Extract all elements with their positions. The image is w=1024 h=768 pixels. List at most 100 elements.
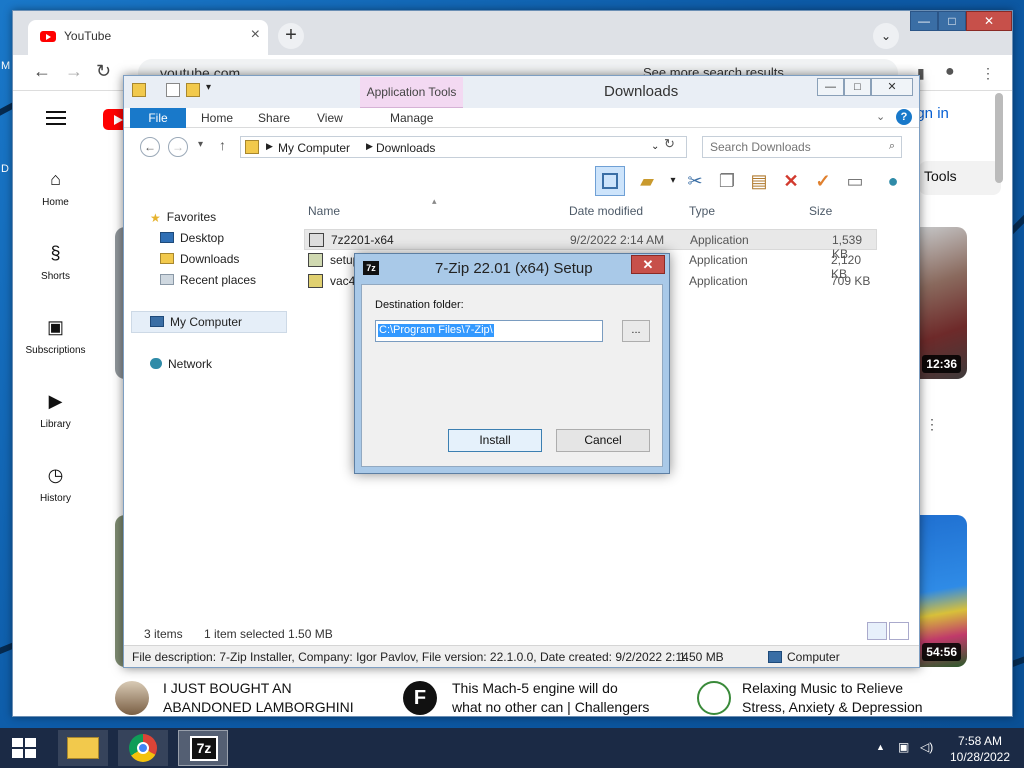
- nav-favorites[interactable]: ★ Favorites: [150, 210, 216, 225]
- back-button[interactable]: ←: [140, 137, 160, 157]
- ribbon-expand-chevron-icon[interactable]: ⌄: [876, 110, 885, 123]
- up-arrow-icon[interactable]: ↑: [219, 137, 226, 153]
- sidebar-item-subscriptions[interactable]: ▣ Subscriptions: [13, 317, 98, 356]
- file-name: 7z2201-x64: [331, 233, 394, 247]
- details-view-icon[interactable]: [867, 622, 887, 640]
- address-dropdown-icon[interactable]: ⌄: [651, 141, 659, 152]
- search-input[interactable]: [703, 137, 878, 157]
- subscriptions-icon: ▣: [46, 317, 64, 337]
- video-title-line: ABANDONED LAMBORGHINI: [163, 699, 354, 715]
- profile-icon[interactable]: ●: [945, 63, 955, 81]
- sidebar-item-history[interactable]: ◷ History: [13, 465, 98, 504]
- forward-arrow-icon[interactable]: →: [65, 61, 83, 82]
- video-more-icon[interactable]: ⋮: [925, 416, 939, 433]
- taskbar-file-explorer[interactable]: [58, 730, 108, 766]
- column-date-modified[interactable]: Date modified: [569, 204, 643, 218]
- preview-pane-icon[interactable]: [595, 166, 625, 196]
- chrome-menu-icon[interactable]: ⋮: [981, 65, 995, 82]
- tray-expand-icon[interactable]: ▲: [876, 742, 885, 752]
- dialog-title: 7-Zip 22.01 (x64) Setup: [435, 260, 593, 277]
- chrome-tab-strip: YouTube × + ⌄ — □ ✕: [13, 11, 1012, 55]
- sidebar-item-label: Subscriptions: [25, 345, 86, 356]
- large-icons-view-icon[interactable]: [889, 622, 909, 640]
- copy-icon[interactable]: ❐: [714, 168, 740, 194]
- video-title[interactable]: Relaxing Music to Relieve Stress, Anxiet…: [742, 679, 962, 717]
- chrome-maximize-button[interactable]: □: [938, 11, 966, 31]
- taskbar: 7z ▲ ▣ ◁) 7:58 AM 10/28/2022: [0, 728, 1024, 768]
- quick-access-dropdown-icon[interactable]: ▾: [206, 82, 211, 93]
- breadcrumb-my-computer[interactable]: My Computer: [278, 141, 350, 155]
- search-downloads-box[interactable]: ⌕: [702, 136, 902, 158]
- sidebar-item-library[interactable]: ▶ Library: [13, 391, 98, 430]
- 7zip-taskbar-icon: 7z: [190, 736, 218, 761]
- sidebar-item-shorts[interactable]: § Shorts: [13, 243, 98, 282]
- network-tray-icon[interactable]: ▣: [898, 740, 909, 754]
- dialog-close-button[interactable]: ✕: [631, 255, 665, 274]
- recent-locations-dropdown-icon[interactable]: ▾: [198, 139, 203, 150]
- column-size[interactable]: Size: [809, 204, 832, 218]
- refresh-icon[interactable]: ↻: [664, 136, 675, 152]
- taskbar-chrome[interactable]: [118, 730, 168, 766]
- breadcrumb-downloads[interactable]: Downloads: [376, 141, 435, 155]
- explorer-title: Downloads: [604, 83, 679, 100]
- reload-icon[interactable]: ↻: [96, 61, 111, 82]
- explorer-minimize-button[interactable]: —: [817, 78, 844, 96]
- folder-options-icon[interactable]: ▰: [634, 168, 660, 194]
- cancel-button[interactable]: Cancel: [556, 429, 650, 452]
- globe-icon[interactable]: ●: [880, 168, 906, 194]
- tab-file[interactable]: File: [130, 108, 186, 128]
- help-icon[interactable]: ?: [896, 109, 912, 125]
- nav-desktop[interactable]: Desktop: [160, 231, 224, 245]
- explorer-maximize-button[interactable]: □: [844, 78, 871, 96]
- tab-view[interactable]: View: [317, 111, 343, 125]
- explorer-close-button[interactable]: ✕: [871, 78, 913, 96]
- video-title[interactable]: This Mach-5 engine will do what no other…: [452, 679, 672, 717]
- chrome-minimize-button[interactable]: —: [910, 11, 938, 31]
- paste-icon[interactable]: ▤: [746, 168, 772, 194]
- delete-icon[interactable]: ✕: [778, 168, 804, 194]
- channel-avatar[interactable]: [697, 681, 731, 715]
- nav-my-computer-highlight[interactable]: My Computer: [131, 311, 287, 333]
- channel-avatar[interactable]: [115, 681, 149, 715]
- chrome-close-button[interactable]: ✕: [966, 11, 1012, 31]
- vac-app-icon: [308, 274, 323, 288]
- forward-button[interactable]: →: [168, 137, 188, 157]
- tab-home[interactable]: Home: [201, 111, 233, 125]
- start-windows-icon[interactable]: [12, 738, 36, 758]
- tab-youtube[interactable]: YouTube ×: [28, 20, 268, 55]
- tab-share[interactable]: Share: [258, 111, 290, 125]
- file-row[interactable]: 7z2201-x64 9/2/2022 2:14 AM Application …: [304, 229, 877, 261]
- sidebar-item-home[interactable]: ⌂ Home: [13, 169, 98, 208]
- dialog-body: Destination folder: C:\Program Files\7-Z…: [361, 284, 663, 467]
- new-tab-button[interactable]: +: [278, 23, 304, 49]
- page-scrollbar[interactable]: [995, 93, 1003, 183]
- system-clock[interactable]: 7:58 AM 10/28/2022: [940, 733, 1020, 765]
- tools-chip[interactable]: Tools: [919, 161, 1001, 195]
- back-arrow-icon[interactable]: ←: [33, 61, 51, 82]
- nav-downloads[interactable]: Downloads: [160, 252, 239, 266]
- nav-recent-places[interactable]: Recent places: [160, 273, 256, 287]
- browse-button[interactable]: ...: [622, 320, 650, 342]
- tab-close-icon[interactable]: ×: [251, 26, 260, 44]
- column-type[interactable]: Type: [689, 204, 715, 218]
- properties-icon[interactable]: [166, 83, 180, 97]
- video-title[interactable]: I JUST BOUGHT AN ABANDONED LAMBORGHINI: [163, 679, 383, 717]
- tab-search-chevron-icon[interactable]: ⌄: [873, 23, 899, 49]
- breadcrumb-separator: ▶: [266, 141, 273, 151]
- cut-icon[interactable]: ✂: [682, 168, 708, 194]
- nav-my-computer[interactable]: My Computer: [150, 315, 242, 329]
- new-folder-icon[interactable]: [186, 83, 200, 97]
- check-icon[interactable]: ✓: [810, 168, 836, 194]
- rename-icon[interactable]: ▭: [842, 168, 868, 194]
- install-button[interactable]: Install: [448, 429, 542, 452]
- tab-manage[interactable]: Manage: [390, 111, 433, 125]
- youtube-menu-icon[interactable]: [46, 111, 66, 125]
- column-name[interactable]: Name: [308, 204, 340, 218]
- nav-network[interactable]: Network: [150, 357, 212, 371]
- file-type: Application: [689, 253, 748, 267]
- taskbar-7zip[interactable]: 7z: [178, 730, 228, 766]
- breadcrumb-separator: ▶: [366, 141, 373, 151]
- channel-avatar[interactable]: F: [403, 681, 437, 715]
- volume-icon[interactable]: ◁): [920, 740, 933, 754]
- explorer-address-bar[interactable]: ▶ My Computer ▶ Downloads ⌄: [240, 136, 687, 158]
